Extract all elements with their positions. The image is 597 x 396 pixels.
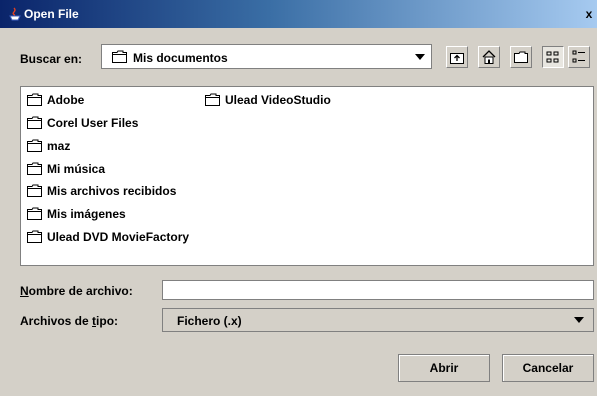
file-type-select[interactable]: Fichero (.x): [162, 308, 594, 332]
folder-icon: [27, 93, 42, 106]
details-view-icon: [572, 50, 585, 63]
look-in-value: Mis documentos: [133, 51, 228, 65]
folder-icon: [112, 50, 127, 63]
folder-icon: [27, 230, 42, 243]
list-item-label: maz: [47, 139, 71, 153]
up-one-level-button[interactable]: [446, 46, 468, 68]
look-in-combobox[interactable]: Mis documentos: [101, 44, 432, 69]
chevron-down-icon[interactable]: [574, 317, 584, 323]
title-bar: Open File x: [0, 0, 597, 28]
list-item-label: Mi música: [47, 162, 106, 176]
new-folder-button[interactable]: [510, 46, 532, 68]
cancel-button[interactable]: Cancelar: [502, 354, 594, 382]
file-name-label: Nombre de archivo:: [20, 284, 133, 298]
list-view-button[interactable]: [542, 46, 564, 68]
close-button[interactable]: x: [581, 6, 597, 22]
open-button[interactable]: Abrir: [398, 354, 490, 382]
folder-icon: [27, 207, 42, 220]
file-name-input[interactable]: [162, 280, 594, 300]
folder-icon: [205, 93, 220, 106]
folder-icon: [27, 139, 42, 152]
file-name-label-text: ombre de archivo:: [28, 284, 133, 298]
home-icon: [482, 50, 496, 64]
up-folder-icon: [450, 53, 464, 64]
details-view-button[interactable]: [568, 46, 590, 68]
folder-icon: [27, 162, 42, 175]
file-type-label: Archivos de tipo:: [20, 314, 118, 328]
home-button[interactable]: [478, 46, 500, 68]
list-item-label: Adobe: [47, 93, 85, 107]
java-cup-icon: [9, 7, 21, 21]
new-folder-icon: [514, 51, 528, 63]
list-item-label: Mis archivos recibidos: [47, 184, 177, 198]
file-type-value: Fichero (.x): [177, 314, 242, 328]
look-in-label: Buscar en:: [20, 52, 83, 66]
folder-icon: [27, 184, 42, 197]
file-type-label-rest: ipo:: [96, 314, 119, 328]
window-title: Open File: [24, 7, 79, 21]
mnemonic: N: [20, 284, 29, 298]
file-list[interactable]: Adobe Corel User Files maz Mi música Mis…: [20, 86, 594, 266]
list-item-label: Ulead VideoStudio: [225, 93, 331, 107]
list-item-label: Ulead DVD MovieFactory: [47, 230, 190, 244]
file-type-label-prefix: Archivos de: [20, 314, 93, 328]
list-item-label: Mis imágenes: [47, 207, 126, 221]
list-view-icon: [546, 51, 559, 63]
folder-icon: [27, 116, 42, 129]
chevron-down-icon[interactable]: [415, 54, 425, 60]
list-item-label: Corel User Files: [47, 116, 139, 130]
